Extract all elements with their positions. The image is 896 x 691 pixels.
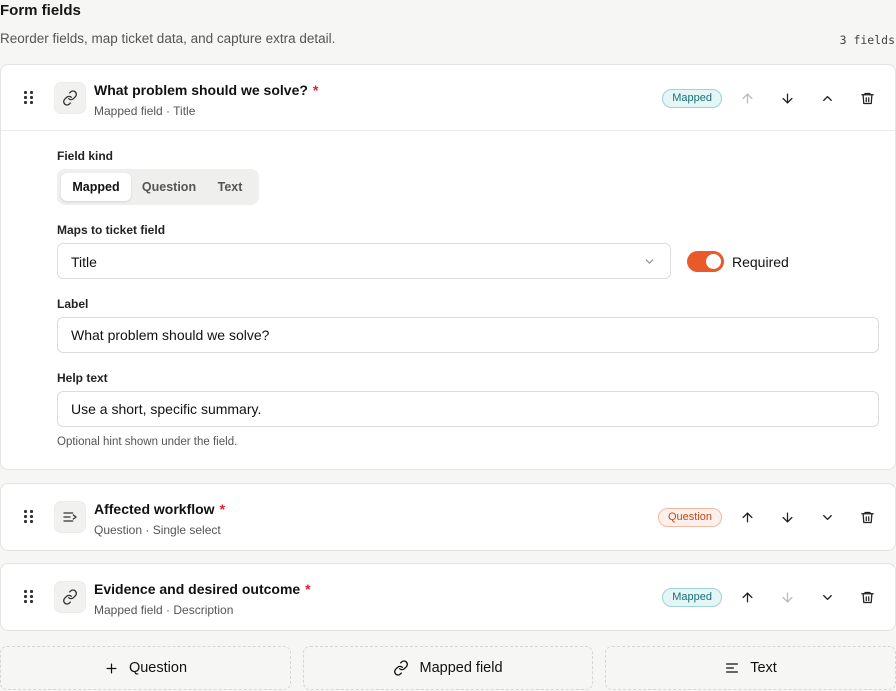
add-mapped-field-label: Mapped field [419, 660, 503, 676]
arrow-down-icon [782, 592, 792, 602]
required-star: * [305, 581, 311, 597]
move-up-button[interactable] [735, 585, 759, 609]
add-text-label: Text [750, 660, 777, 676]
label-input[interactable] [57, 317, 879, 353]
add-text-button[interactable]: Text [605, 646, 896, 690]
link-icon [393, 660, 409, 676]
field-title: Affected workflow * [94, 501, 226, 517]
field-card-1: What problem should we solve? * Mapped fi… [0, 64, 896, 470]
field-editor: Field kind Mapped Question Text Maps to … [1, 131, 895, 468]
required-star: * [312, 82, 319, 98]
plus-icon [104, 661, 119, 676]
expand-button[interactable] [815, 585, 839, 609]
move-up-button[interactable] [735, 505, 759, 529]
kind-option-text[interactable]: Text [205, 173, 255, 201]
field-card-header[interactable]: What problem should we solve? * Mapped fi… [1, 65, 895, 131]
delete-button[interactable] [855, 86, 879, 110]
toggle-knob [706, 254, 721, 269]
drag-handle-icon[interactable] [23, 90, 35, 106]
field-card-header[interactable]: Evidence and desired outcome * Mapped fie… [1, 564, 895, 630]
status-badge: Mapped [662, 588, 722, 607]
help-text-input[interactable] [57, 391, 879, 427]
link-icon [54, 581, 86, 613]
field-card-2: Affected workflow * Question · Single sel… [0, 483, 896, 551]
trash-icon [860, 591, 874, 603]
ticket-field-select[interactable]: Title [57, 243, 671, 279]
add-mapped-field-button[interactable]: Mapped field [303, 646, 593, 690]
field-title: What problem should we solve? * [94, 82, 319, 98]
required-star: * [219, 501, 226, 517]
arrow-up-icon [742, 512, 752, 522]
maps-to-label: Maps to ticket field [57, 223, 166, 237]
text-align-icon [724, 660, 740, 676]
arrow-up-icon [742, 93, 752, 103]
required-toggle[interactable] [687, 251, 724, 272]
field-count: 3 fields [839, 33, 895, 47]
help-text-label: Help text [57, 371, 108, 385]
drag-handle-icon[interactable] [23, 589, 35, 605]
status-badge: Mapped [662, 89, 722, 108]
kind-option-mapped[interactable]: Mapped [61, 173, 131, 201]
field-meta: Question · Single select [94, 523, 221, 537]
arrow-up-icon [742, 592, 752, 602]
field-kind-segmented: Mapped Question Text [57, 169, 259, 205]
field-meta: Mapped field · Title [94, 104, 196, 118]
arrow-down-icon [782, 93, 792, 103]
list-icon [54, 501, 86, 533]
chevron-down-icon [822, 594, 832, 600]
chevron-up-icon [822, 95, 832, 101]
page-subtitle: Reorder fields, map ticket data, and cap… [0, 31, 336, 46]
arrow-down-icon [782, 512, 792, 522]
expand-button[interactable] [815, 505, 839, 529]
label-label: Label [57, 297, 89, 311]
required-label: Required [732, 254, 789, 270]
add-question-button[interactable]: Question [0, 646, 291, 690]
move-up-button[interactable] [735, 86, 759, 110]
kind-option-question[interactable]: Question [135, 173, 203, 201]
delete-button[interactable] [855, 505, 879, 529]
trash-icon [860, 92, 874, 104]
delete-button[interactable] [855, 585, 879, 609]
page-title: Form fields [0, 2, 81, 19]
chevron-down-icon [822, 514, 832, 520]
chevron-down-icon [645, 259, 654, 264]
trash-icon [860, 511, 874, 523]
field-meta: Mapped field · Description [94, 603, 234, 617]
field-title: Evidence and desired outcome * [94, 581, 311, 597]
drag-handle-icon[interactable] [23, 509, 35, 525]
link-icon [54, 82, 86, 114]
field-kind-label: Field kind [57, 149, 114, 163]
status-badge: Question [657, 508, 722, 527]
add-question-label: Question [128, 660, 188, 676]
move-down-button[interactable] [775, 585, 799, 609]
move-down-button[interactable] [775, 86, 799, 110]
help-text-hint: Optional hint shown under the field. [57, 436, 238, 448]
field-card-header[interactable]: Affected workflow * Question · Single sel… [1, 484, 895, 550]
ticket-field-value: Title [71, 254, 97, 270]
collapse-button[interactable] [815, 86, 839, 110]
move-down-button[interactable] [775, 505, 799, 529]
field-card-3: Evidence and desired outcome * Mapped fie… [0, 563, 896, 631]
